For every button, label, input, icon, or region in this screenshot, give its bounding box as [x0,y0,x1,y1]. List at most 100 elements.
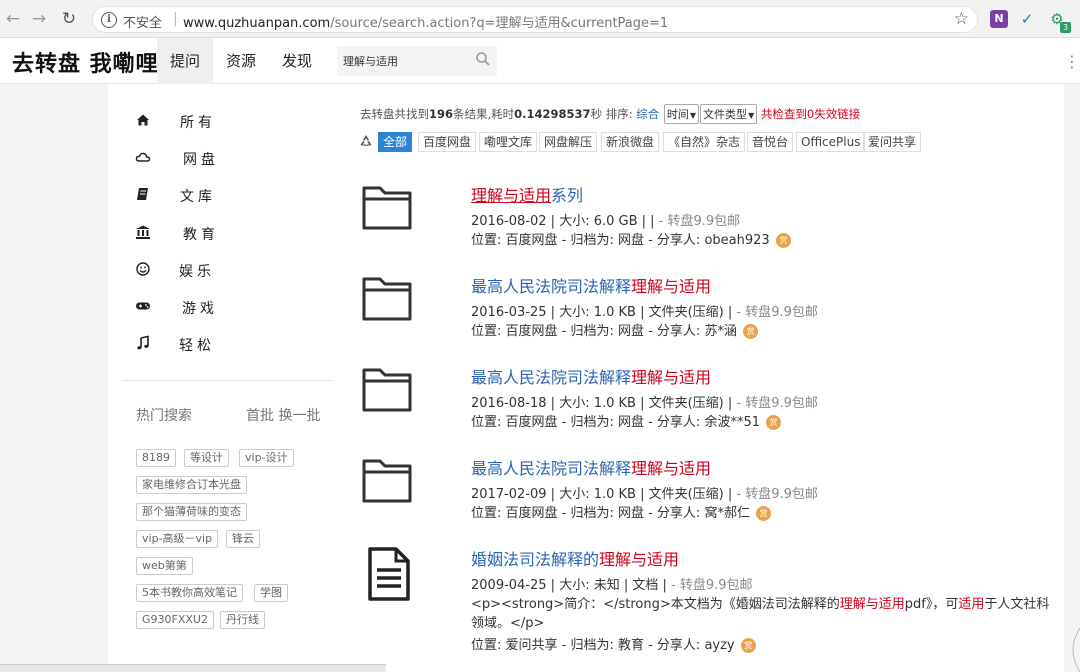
nav-resources[interactable]: 资源 [213,38,269,84]
gamepad-icon [136,302,150,310]
category-label: 文库 [180,189,216,206]
category-netdisk[interactable]: 网盘 [108,141,328,178]
sharer-name: obeah923 [704,233,770,248]
sort-default-link[interactable]: 综合 [636,107,659,121]
url-text[interactable]: www.quzhuanpan.com/source/search.action?… [183,12,668,31]
filter-iask[interactable]: 爱问共享 [863,132,922,152]
category-label: 游戏 [182,300,218,317]
filter-sina[interactable]: 新浪微盘 [601,132,660,152]
category-label: 网盘 [183,152,219,169]
sidebar-divider [122,380,332,381]
home-icon [137,114,149,126]
hot-tag[interactable]: vip-设计 [239,449,294,467]
info-icon[interactable]: i [101,12,117,28]
filter-baidu[interactable]: 百度网盘 [418,132,477,152]
sharer-name: 窝*郝仁 [704,506,750,521]
forward-arrow-icon[interactable]: → [28,8,50,30]
folder-icon [362,186,412,230]
result-description: <p><strong>简介：</strong>本文档为《婚姻法司法解释的理解与适… [471,597,1050,631]
reward-badge-icon[interactable]: 赏 [775,233,791,248]
change-batch-link[interactable]: 首批 换一批 [246,405,320,425]
nav-ask[interactable]: 提问 [157,38,213,84]
hot-tag[interactable]: 8189 [136,449,176,467]
hot-tag[interactable]: 等设计 [184,449,229,467]
address-bar[interactable]: i 不安全 | www.quzhuanpan.com/source/search… [92,6,978,33]
result-item: 婚姻法司法解释的理解与适用 2009-04-25 | 大小: 未知 | 文档 |… [360,546,1050,666]
address-separator: | [173,11,178,27]
reward-badge-icon[interactable]: 赏 [743,324,759,339]
hot-tag[interactable]: 丹行线 [220,611,265,629]
result-title-link[interactable]: 理解与适用系列 [471,182,583,206]
result-item: 最高人民法院司法解释理解与适用 2016-03-25 | 大小: 1.0 KB … [360,273,1050,353]
reward-badge-icon[interactable]: 赏 [740,638,756,653]
elapsed-time: 0.14298537 [514,107,591,121]
sharer-name: ayzy [704,638,735,653]
hot-tag[interactable]: 那个猫薄荷味的变态 [136,503,247,521]
search-input[interactable] [343,52,471,70]
category-relax[interactable]: 轻松 [108,327,328,364]
insecure-label: 不安全 [123,16,163,31]
category-education[interactable]: 教育 [108,216,328,253]
browser-toolbar: ← → ↻ i 不安全 | www.quzhuanpan.com/source/… [0,0,1080,38]
more-icon[interactable]: ⋮ [1064,52,1080,71]
onenote-extension-icon[interactable]: N [990,10,1008,28]
music-icon [137,335,149,350]
sort-type-select[interactable]: 文件类型▼ [700,104,758,124]
category-label: 教育 [183,226,219,243]
result-meta: 2016-03-25 | 大小: 1.0 KB | 文件夹(压缩) | - 转盘… [471,305,818,320]
hot-tag[interactable]: vip-高级－vip [136,530,219,548]
category-label: 轻松 [179,338,215,355]
sort-time-select[interactable]: 时间▼ [663,104,700,124]
category-entertainment[interactable]: 娱乐 [108,253,328,290]
filter-officeplus[interactable]: OfficePlus [796,132,866,152]
category-label: 所有 [180,115,216,131]
hot-tag[interactable]: web第第 [136,557,193,575]
filter-nature[interactable]: 《自然》杂志 [663,132,746,152]
result-title-link[interactable]: 最高人民法院司法解释理解与适用 [471,455,711,479]
result-meta: 2016-08-18 | 大小: 1.0 KB | 文件夹(压缩) | - 转盘… [471,396,818,411]
result-meta: 2017-02-09 | 大小: 1.0 KB | 文件夹(压缩) | - 转盘… [471,487,818,502]
filter-yinyuetai[interactable]: 音悦台 [747,132,794,152]
hot-tag[interactable]: 锋云 [226,530,260,548]
corner-curve-decoration [1072,628,1080,672]
result-item: 最高人民法院司法解释理解与适用 2016-08-18 | 大小: 1.0 KB … [360,364,1050,444]
result-location: 位置: 百度网盘 - 归档为: 网盘 - 分享人: obeah923 赏 [471,229,791,248]
result-title-link[interactable]: 婚姻法司法解释的理解与适用 [471,546,679,570]
result-title-link[interactable]: 最高人民法院司法解释理解与适用 [471,364,711,388]
filter-unzip[interactable]: 网盘解压 [539,132,598,152]
book-icon [137,188,148,201]
search-icon[interactable] [475,51,491,67]
smile-icon [136,262,150,276]
reward-badge-icon[interactable]: 赏 [756,506,772,521]
content-panel: 所有 网盘 文库 教育 娱乐 游戏 轻松 热门搜索 首批 换一批 8189 等设… [108,84,1064,672]
result-meta: 2009-04-25 | 大小: 未知 | 文档 | - 转盘9.9包邮 [471,578,753,593]
nav-discover[interactable]: 发现 [269,38,325,84]
hot-tag[interactable]: 学图 [254,584,288,602]
result-location: 位置: 百度网盘 - 归档为: 网盘 - 分享人: 窝*郝仁 赏 [471,502,772,521]
category-all[interactable]: 所有 [108,104,328,141]
bookmark-star-icon[interactable]: ☆ [954,9,969,29]
site-logo[interactable]: 去转盘 我嘞哩 [12,46,159,78]
hot-tag[interactable]: 5本书教你高效笔记 [136,584,243,602]
category-library[interactable]: 文库 [108,178,328,215]
cloud-icon [135,152,151,162]
result-title-link[interactable]: 最高人民法院司法解释理解与适用 [471,273,711,297]
filter-all[interactable]: 全部 [378,132,413,152]
folder-icon [362,459,412,503]
result-count: 196 [429,107,454,121]
hot-tag[interactable]: G930FXXU2 [136,611,214,629]
reward-badge-icon[interactable]: 赏 [766,415,782,430]
hot-search-title: 热门搜索 [136,408,192,424]
category-label: 娱乐 [179,263,215,280]
folder-icon [362,277,412,321]
hot-tag[interactable]: 家电维修合订本光盘 [136,476,247,494]
extension-badge: 3 [1060,22,1071,33]
dead-link-report[interactable]: 共检查到0失效链接 [761,107,860,121]
caret-down-icon: ▼ [689,111,697,120]
filter-wenku[interactable]: 嘞哩文库 [479,132,538,152]
vivaldi-extension-icon[interactable]: ✓ [1018,10,1036,28]
category-games[interactable]: 游戏 [108,290,328,327]
reload-icon[interactable]: ↻ [58,8,80,30]
back-arrow-icon[interactable]: ← [2,8,24,30]
bank-icon [136,225,150,239]
